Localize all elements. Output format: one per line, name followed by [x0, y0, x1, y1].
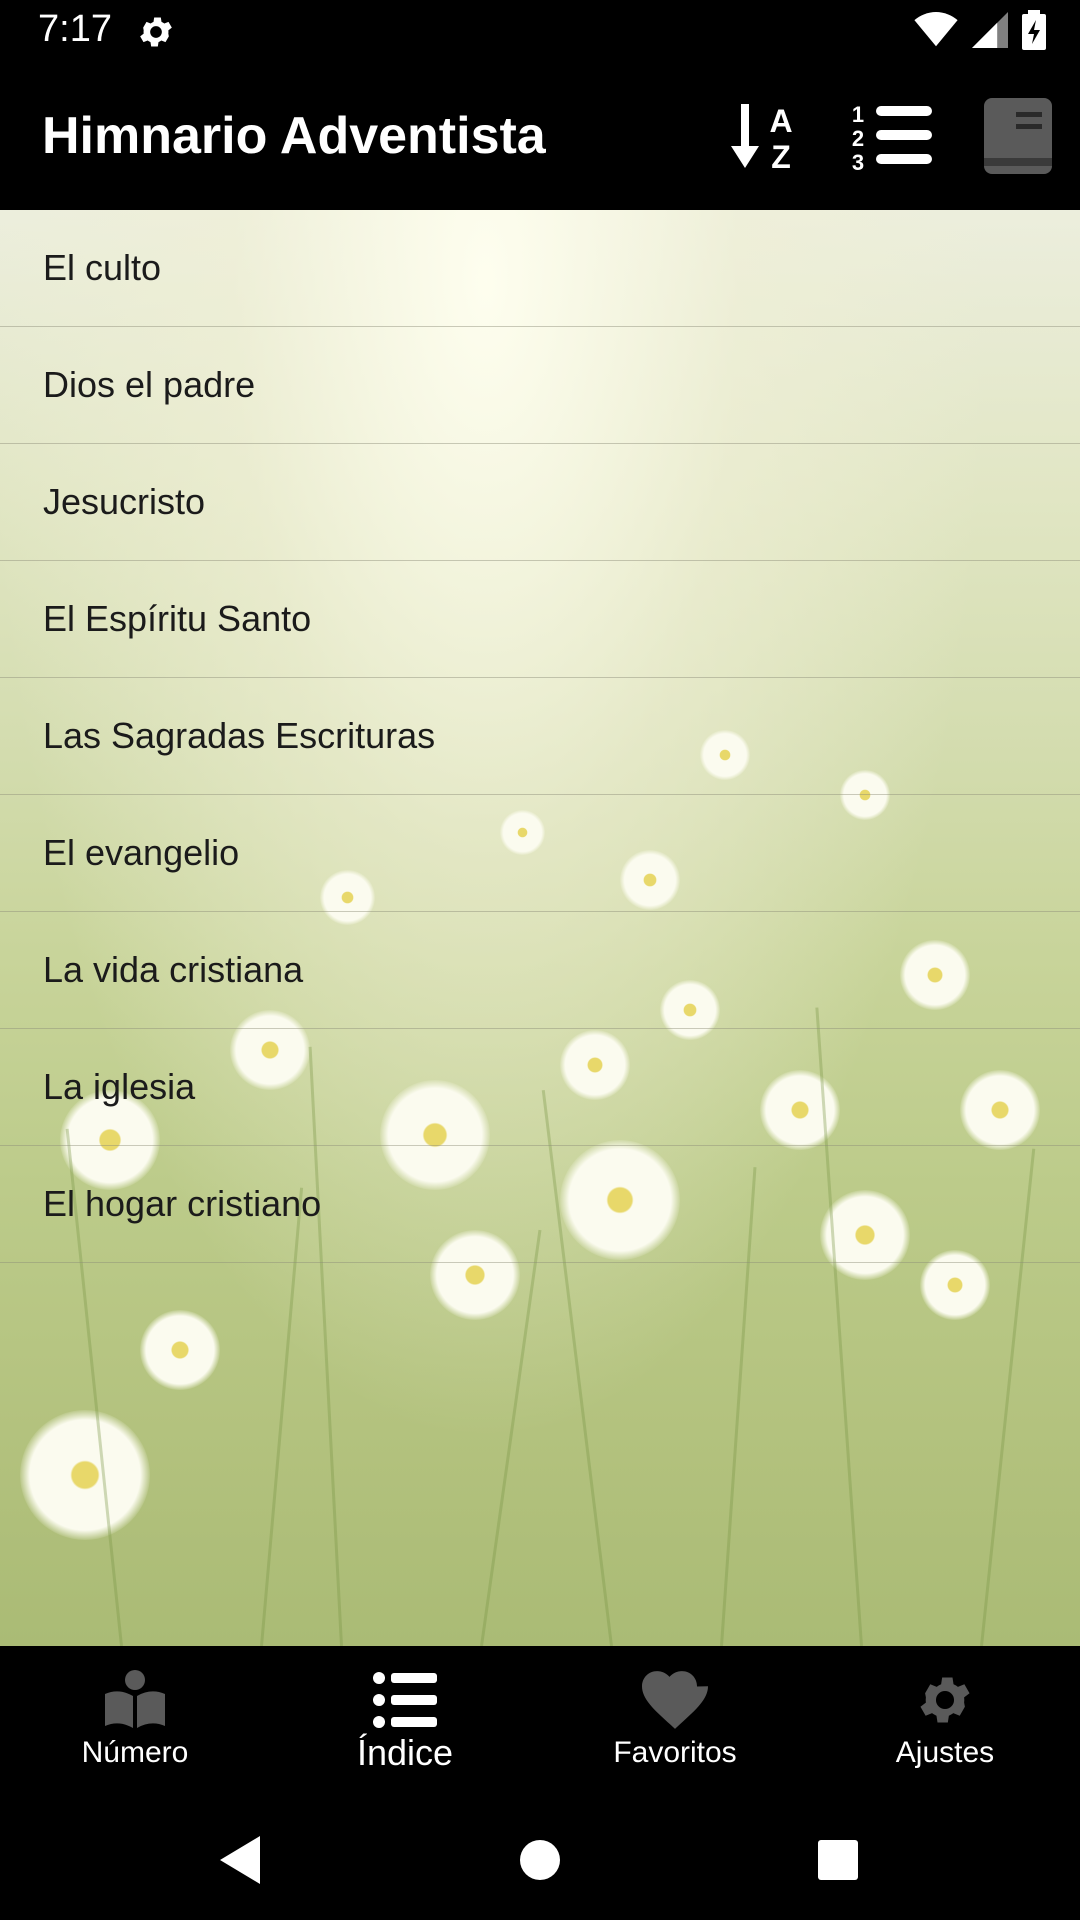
nav-label: Favoritos: [613, 1736, 737, 1769]
list-item[interactable]: Dios el padre: [0, 327, 1080, 444]
nav-label: Índice: [356, 1732, 454, 1773]
svg-text:A: A: [769, 103, 792, 139]
list-icon: [373, 1668, 437, 1732]
sort-numeric-icon: 1 2 3: [852, 102, 932, 174]
settings-icon: [136, 12, 176, 52]
nav-label: Ajustes: [895, 1736, 995, 1769]
svg-text:2: 2: [852, 126, 864, 151]
gear-icon: [914, 1668, 976, 1732]
home-icon: [520, 1840, 560, 1880]
battery-icon: [1022, 9, 1046, 55]
sort-numeric-button[interactable]: 1 2 3: [846, 94, 936, 178]
back-button[interactable]: [210, 1830, 270, 1890]
bottom-navigation: Número Índice Favoritos Ajustes: [0, 1646, 1080, 1802]
heart-icon: [642, 1668, 708, 1732]
list-item[interactable]: El Espíritu Santo: [0, 561, 1080, 678]
list-item[interactable]: El evangelio: [0, 795, 1080, 912]
list-item[interactable]: Jesucristo: [0, 444, 1080, 561]
recents-icon: [818, 1840, 858, 1880]
status-bar: 7:17: [0, 0, 1080, 64]
svg-text:3: 3: [852, 150, 864, 174]
nav-item-favoritos[interactable]: Favoritos: [540, 1646, 810, 1802]
sort-alphabetical-icon: A Z: [731, 103, 793, 174]
status-time: 7:17: [38, 8, 112, 50]
home-button[interactable]: [510, 1830, 570, 1890]
list-item[interactable]: Las Sagradas Escrituras: [0, 678, 1080, 795]
sort-alphabetical-button[interactable]: A Z: [722, 94, 812, 178]
signal-icon: [972, 11, 1008, 53]
app-bar: Himnario Adventista A Z 1 2 3: [0, 64, 1080, 210]
back-icon: [220, 1836, 260, 1884]
topic-list-container[interactable]: El culto Dios el padre Jesucristo El Esp…: [0, 210, 1080, 1646]
wifi-icon: [914, 11, 958, 53]
svg-text:1: 1: [852, 102, 864, 127]
open-book-icon: [103, 1668, 167, 1732]
book-button[interactable]: [978, 94, 1058, 178]
list-item[interactable]: La iglesia: [0, 1029, 1080, 1146]
page-title: Himnario Adventista: [42, 107, 546, 165]
list-item[interactable]: El culto: [0, 210, 1080, 327]
recents-button[interactable]: [808, 1830, 868, 1890]
topic-list: El culto Dios el padre Jesucristo El Esp…: [0, 210, 1080, 1263]
svg-text:Z: Z: [771, 139, 791, 174]
list-item[interactable]: La vida cristiana: [0, 912, 1080, 1029]
nav-item-numero[interactable]: Número: [0, 1646, 270, 1802]
nav-item-indice[interactable]: Índice: [270, 1646, 540, 1802]
list-item[interactable]: El hogar cristiano: [0, 1146, 1080, 1263]
nav-item-ajustes[interactable]: Ajustes: [810, 1646, 1080, 1802]
nav-label: Número: [81, 1736, 189, 1769]
system-navigation-bar: [0, 1802, 1080, 1920]
book-icon: [984, 98, 1052, 174]
